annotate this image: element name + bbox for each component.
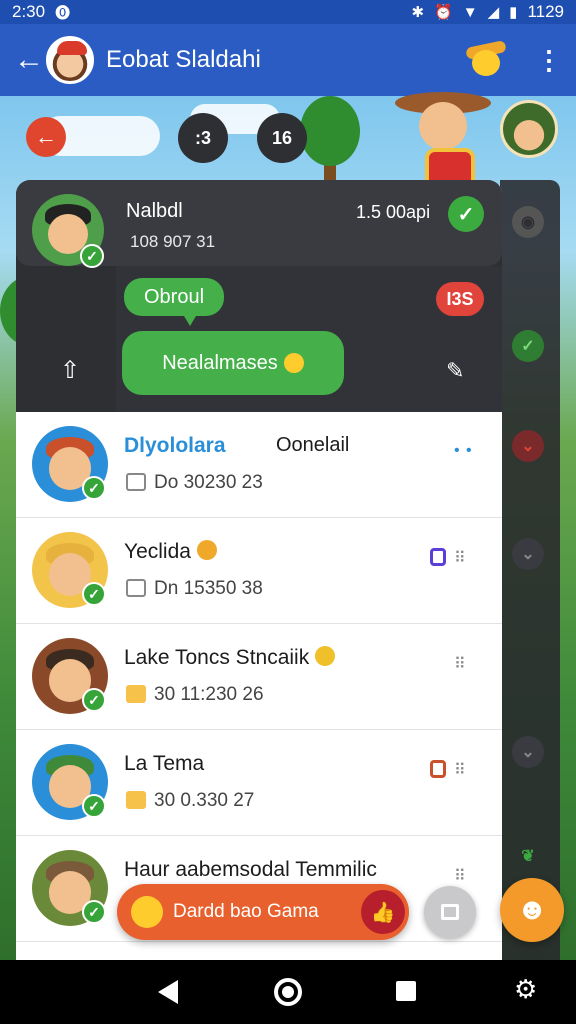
chevron-down-icon[interactable]: ⌄: [512, 430, 544, 462]
list-item[interactable]: ✓ Yeclida Dn 15350 38 ⠿: [16, 518, 502, 624]
more-icon[interactable]: ⠿: [454, 548, 467, 568]
nav-recent-icon[interactable]: [396, 981, 416, 1001]
system-nav-bar: ⚙: [0, 960, 576, 1024]
chevron-down-icon[interactable]: ⌄: [512, 736, 544, 768]
chat-subtitle: Do 30230 23: [126, 472, 263, 494]
pinned-chat[interactable]: ✓ Nalbdl 108 907 31 1.5 00api ✓: [16, 180, 502, 268]
page-title: Eobat Slaldahi: [106, 46, 261, 73]
chat-aside: Oonelail: [276, 434, 350, 456]
calendar-icon: [126, 791, 146, 809]
chat-name: Yeclida: [124, 540, 217, 564]
chat-name: Lake Toncs Stncaiik: [124, 646, 336, 670]
share-icon[interactable]: ⇧: [60, 356, 80, 385]
list-item[interactable]: ✓ La Tema 30 0.330 27 ⠿: [16, 730, 502, 836]
more-icon[interactable]: ⠿: [454, 760, 467, 780]
online-check-icon: ✓: [82, 900, 106, 924]
new-chat-button[interactable]: ☻: [500, 878, 564, 942]
tag-icon: [430, 548, 446, 566]
sticker-icon[interactable]: [465, 39, 508, 78]
list-item[interactable]: ✓ Dlyololara Oonelail Do 30230 23 • •: [16, 412, 502, 518]
chat-name: La Tema: [124, 752, 205, 775]
gear-icon[interactable]: ⚙: [514, 974, 537, 1005]
app-bar: ← Eobat Slaldahi ⋮: [0, 24, 576, 96]
online-check-icon: ✓: [82, 476, 106, 500]
nav-back-icon[interactable]: [158, 980, 178, 1004]
circle-o-icon: ⓿: [55, 4, 71, 22]
square-icon: [441, 904, 459, 920]
battery-icon: ▮: [509, 4, 518, 21]
emoji-icon: [315, 646, 336, 666]
pinned-name: Nalbdl: [126, 200, 183, 222]
stop-button[interactable]: [424, 886, 476, 938]
more-icon[interactable]: ⠿: [454, 866, 467, 886]
check-icon[interactable]: ✓: [448, 196, 484, 232]
message-bubble[interactable]: Nealalmases: [122, 331, 344, 395]
status-time: 2:30: [12, 2, 46, 21]
game-button-label: Dardd bao Gama: [173, 901, 319, 922]
camera-icon[interactable]: ◉: [512, 206, 544, 238]
online-check-icon: ✓: [82, 582, 106, 606]
game-button[interactable]: Dardd bao Gama 👍: [117, 884, 409, 940]
counter-b-button[interactable]: 16: [257, 113, 307, 163]
pinned-section: ✓ Nalbdl 108 907 31 1.5 00api ✓ Obroul N…: [16, 180, 502, 412]
chat-subtitle: 30 0.330 27: [126, 790, 254, 812]
list-item[interactable]: ✓ Lake Toncs Stncaiik 30 11:230 26 ⠿: [16, 624, 502, 730]
chat-subtitle: 30 11:230 26: [126, 684, 264, 706]
more-menu-icon[interactable]: ⋮: [536, 47, 562, 73]
chat-name: Dlyololara: [124, 434, 226, 457]
chevron-down-icon[interactable]: ⌄: [512, 538, 544, 570]
leaf-icon: ❦: [521, 848, 535, 865]
side-strip: ◉ ✓ ⌄ ⌄ ⌄ ❦: [500, 180, 560, 960]
profile-avatar[interactable]: [500, 100, 558, 158]
signal-icon: ◢: [487, 4, 500, 21]
online-check-icon: ✓: [80, 244, 104, 268]
smile-icon: [131, 896, 163, 928]
status-right-text: 1129: [527, 2, 564, 21]
pen-icon[interactable]: ✎: [446, 358, 464, 384]
check-icon[interactable]: ✓: [512, 330, 544, 362]
message-text: Nealalmases: [162, 351, 278, 374]
back-arrow-icon[interactable]: ←: [14, 43, 44, 77]
status-bar: 2:30 ⓿ ✱ ⏰ ▼ ◢ ▮ 1129: [0, 0, 576, 24]
pinned-subtitle: 108 907 31: [130, 232, 216, 251]
nav-home-icon[interactable]: [274, 978, 302, 1006]
alarm-icon: ⏰: [434, 4, 453, 21]
tag-icon: [430, 760, 446, 778]
share-icon: [126, 579, 146, 597]
chat-panel: ✓ Nalbdl 108 907 31 1.5 00api ✓ Obroul N…: [16, 180, 502, 960]
online-check-icon: ✓: [82, 688, 106, 712]
online-check-icon: ✓: [82, 794, 106, 818]
message-bubble[interactable]: Obroul: [124, 278, 224, 326]
calendar-icon: [126, 685, 146, 703]
counter-a-button[interactable]: :3: [178, 113, 228, 163]
bluetooth-icon: ✱: [411, 4, 425, 21]
more-icon[interactable]: • •: [454, 442, 473, 460]
wifi-icon: ▼: [462, 3, 478, 21]
unread-badge[interactable]: I3S: [436, 282, 484, 316]
thumbs-up-icon[interactable]: 👍: [361, 890, 405, 934]
more-icon[interactable]: ⠿: [454, 654, 467, 674]
share-icon: [126, 473, 146, 491]
pinned-time: 1.5 00api: [356, 202, 431, 222]
person-icon: ☻: [516, 893, 548, 926]
emoji-icon: [283, 353, 304, 373]
chat-subtitle: Dn 15350 38: [126, 578, 263, 600]
chat-name: Haur aabemsodal Temmilic: [124, 858, 377, 881]
emoji-icon: [196, 540, 217, 560]
close-overlay-button[interactable]: ←: [26, 117, 66, 157]
avatar[interactable]: [46, 36, 94, 84]
